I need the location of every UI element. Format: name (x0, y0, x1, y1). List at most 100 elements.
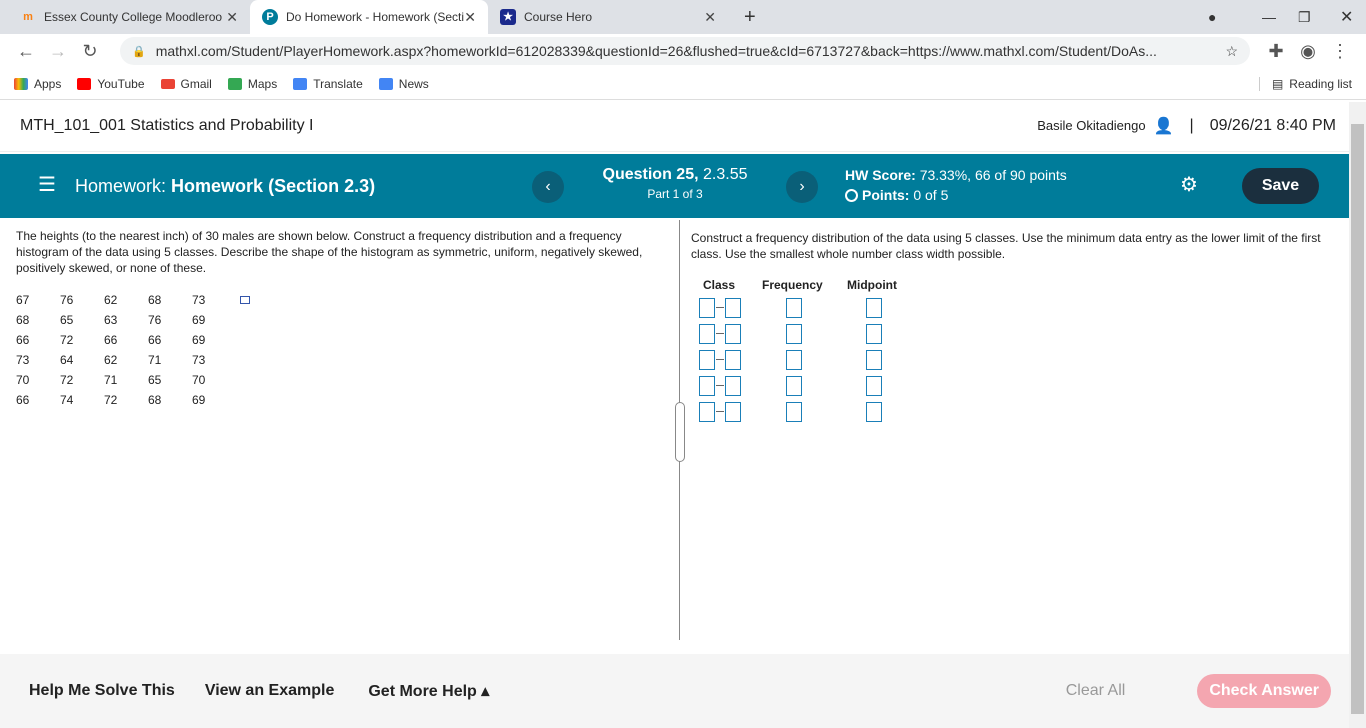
datetime: 09/26/21 8:40 PM (1209, 116, 1336, 134)
coursehero-icon: ★ (500, 9, 516, 25)
homework-title: Homework (Section 2.3) (171, 176, 376, 196)
midpoint-input[interactable] (866, 324, 882, 344)
class-lower-input[interactable] (699, 298, 715, 318)
class-lower-input[interactable] (699, 376, 715, 396)
next-question-button[interactable]: › (786, 171, 818, 203)
scrollbar[interactable] (1349, 102, 1366, 728)
homework-toolbar: ☰ Homework: Homework (Section 2.3) ‹ Que… (0, 154, 1349, 218)
data-value: 65 (148, 373, 162, 387)
data-value: 66 (16, 393, 30, 407)
data-value: 71 (148, 353, 162, 367)
copy-data-icon[interactable] (240, 296, 250, 304)
class-upper-input[interactable] (725, 324, 741, 344)
reading-list[interactable]: ▤ Reading list (1258, 76, 1352, 91)
hw-score: HW Score: 73.33%, 66 of 90 points (845, 167, 1067, 183)
bookmark-gmail[interactable]: Gmail (160, 77, 212, 91)
apps-icon (14, 77, 28, 90)
data-value: 72 (60, 373, 74, 387)
lock-icon: 🔒 (132, 45, 146, 58)
news-icon (378, 77, 393, 90)
midpoint-input[interactable] (866, 350, 882, 370)
data-value: 70 (192, 373, 206, 387)
class-range-dash (716, 385, 724, 386)
menu-icon[interactable]: ☰ (38, 172, 56, 197)
data-row: 73 64 62 71 73 (16, 350, 236, 370)
extension-icon[interactable]: ✚ (1260, 41, 1292, 62)
class-upper-input[interactable] (725, 402, 741, 422)
question-text: The heights (to the nearest inch) of 30 … (16, 229, 643, 275)
data-value: 74 (60, 393, 74, 407)
get-more-help-button[interactable]: Get More Help ▴ (368, 681, 489, 701)
tab-moodle[interactable]: m Essex County College Moodleroo ✕ (8, 0, 250, 34)
menu-icon[interactable]: ⋮ (1324, 41, 1356, 62)
class-upper-input[interactable] (725, 350, 741, 370)
save-button[interactable]: Save (1242, 168, 1319, 204)
user-icon: 👤 (1153, 117, 1174, 135)
translate-icon (293, 77, 308, 90)
frequency-input[interactable] (786, 298, 802, 318)
bookmark-translate[interactable]: Translate (293, 77, 363, 91)
bookmark-youtube[interactable]: YouTube (77, 77, 145, 91)
help-me-solve-button[interactable]: Help Me Solve This (29, 682, 175, 700)
points: Points: 0 of 5 (845, 187, 948, 203)
pane-resize-handle[interactable] (675, 402, 685, 462)
settings-gear-icon[interactable]: ⚙ (1180, 172, 1198, 197)
reload-icon[interactable]: ↻ (74, 41, 106, 62)
data-value: 63 (104, 313, 118, 327)
close-window-button[interactable]: ✕ (1328, 0, 1365, 34)
bookmark-apps[interactable]: Apps (14, 77, 61, 91)
browser-tab-bar: m Essex County College Moodleroo ✕ P Do Hom… (0, 0, 1366, 34)
forward-icon[interactable]: → (42, 41, 74, 62)
frequency-input[interactable] (786, 324, 802, 344)
footer-bar: Help Me Solve This View an Example Get M… (0, 654, 1349, 728)
user-name[interactable]: Basile Okitadiengo (1037, 118, 1145, 133)
prev-question-button[interactable]: ‹ (532, 171, 564, 203)
tab-search-icon[interactable]: ● (1196, 0, 1228, 34)
close-tab-icon[interactable]: ✕ (704, 9, 716, 26)
tab-coursehero[interactable]: ★ Course Hero ✕ (488, 0, 728, 34)
data-value: 73 (192, 353, 206, 367)
minimize-button[interactable]: — (1250, 0, 1288, 34)
clear-all-button[interactable]: Clear All (1066, 682, 1126, 700)
star-icon[interactable]: ☆ (1225, 43, 1238, 60)
course-title: MTH_101_001 Statistics and Probability I (20, 116, 314, 134)
frequency-input[interactable] (786, 402, 802, 422)
midpoint-input[interactable] (866, 402, 882, 422)
profile-avatar[interactable]: ◉ (1292, 41, 1324, 62)
maps-icon (227, 77, 242, 90)
bookmark-maps[interactable]: Maps (227, 77, 277, 91)
class-upper-input[interactable] (725, 298, 741, 318)
close-tab-icon[interactable]: ✕ (464, 9, 476, 26)
bookmark-news[interactable]: News (378, 77, 429, 91)
frequency-input[interactable] (786, 376, 802, 396)
tab-homework[interactable]: P Do Homework - Homework (Secti ✕ (250, 0, 488, 34)
back-icon[interactable]: ← (10, 41, 42, 62)
frequency-input[interactable] (786, 350, 802, 370)
data-value: 69 (192, 313, 206, 327)
data-value: 69 (192, 393, 206, 407)
restore-button[interactable]: ❐ (1286, 0, 1323, 34)
data-value: 72 (60, 333, 74, 347)
scrollbar-thumb[interactable] (1351, 124, 1364, 714)
url-bar[interactable]: 🔒 mathxl.com/Student/PlayerHomework.aspx?… (120, 37, 1250, 65)
data-row: 67 76 62 68 73 (16, 290, 236, 310)
pearson-icon: P (262, 9, 278, 25)
class-lower-input[interactable] (699, 402, 715, 422)
class-lower-input[interactable] (699, 324, 715, 344)
new-tab-button[interactable]: + (732, 0, 768, 34)
check-answer-button[interactable]: Check Answer (1197, 674, 1331, 708)
class-lower-input[interactable] (699, 350, 715, 370)
class-upper-input[interactable] (725, 376, 741, 396)
close-tab-icon[interactable]: ✕ (226, 9, 238, 26)
data-value: 69 (192, 333, 206, 347)
midpoint-input[interactable] (866, 376, 882, 396)
class-range-dash (716, 359, 724, 360)
view-example-button[interactable]: View an Example (205, 682, 335, 700)
answer-instructions: Construct a frequency distribution of th… (691, 231, 1321, 261)
gmail-icon (160, 78, 175, 89)
data-value: 68 (16, 313, 30, 327)
midpoint-input[interactable] (866, 298, 882, 318)
youtube-icon (77, 77, 92, 90)
header-class: Class (703, 278, 736, 292)
points-circle-icon (845, 189, 858, 202)
